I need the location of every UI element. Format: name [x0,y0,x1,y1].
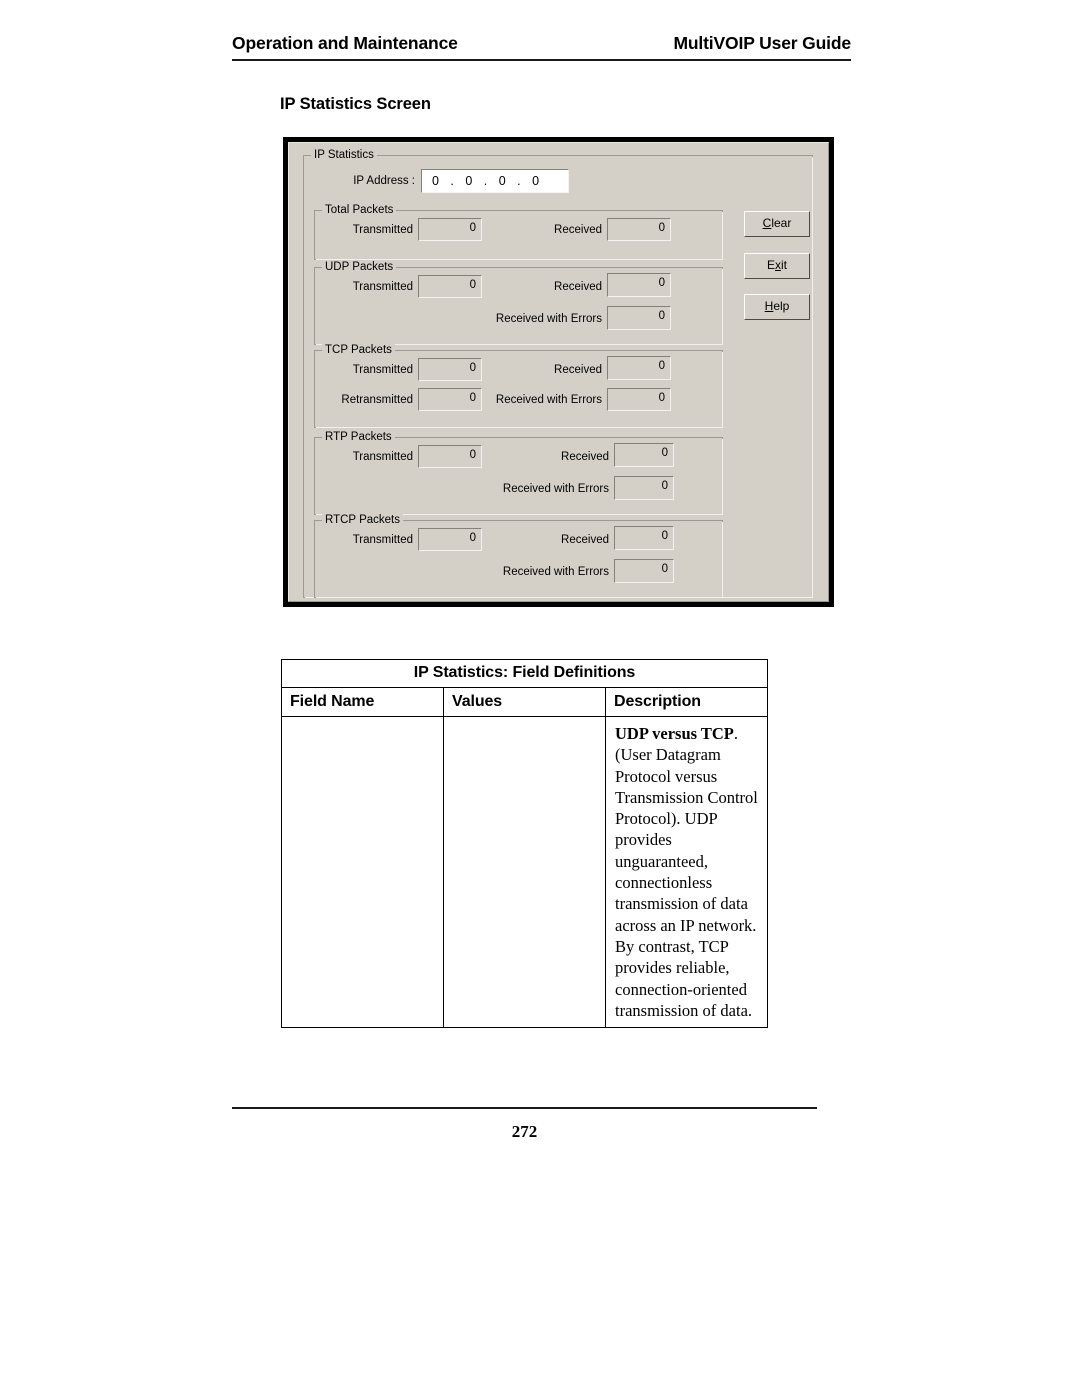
rtp-received-errors-label: Received with Errors [502,483,609,495]
table-row: UDP versus TCP. (User Datagram Protocol … [281,715,768,1029]
column-header-values: Values [443,687,606,717]
cell-values [443,715,606,1029]
udp-transmitted-value: 0 [418,275,482,298]
rtcp-received-errors-label: Received with Errors [502,566,609,578]
tcp-transmitted-value: 0 [418,358,482,381]
description-text: . (User Datagram Protocol versus Transmi… [615,724,758,1020]
rtp-transmitted-value: 0 [418,445,482,468]
exit-button-label-post: it [781,258,787,272]
table-caption: IP Statistics: Field Definitions [281,659,768,688]
rtp-received-errors-value: 0 [614,476,674,500]
column-header-field-name: Field Name [281,687,444,717]
group-rtp-packets-title: RTP Packets [322,430,395,444]
udp-received-errors-value: 0 [607,306,671,330]
cell-description: UDP versus TCP. (User Datagram Protocol … [605,715,768,1029]
header-right-title: MultiVOIP User Guide [673,33,851,53]
page-number: 272 [511,1122,538,1141]
description-term: UDP versus TCP [615,724,734,743]
clear-button[interactable]: Clear [744,211,810,237]
section-heading: IP Statistics Screen [280,95,431,113]
cell-field-name [281,715,444,1029]
group-rtcp-packets-title: RTCP Packets [322,513,403,527]
help-button-label: elp [773,299,790,313]
rtcp-received-value: 0 [614,526,674,550]
udp-received-label: Received [554,281,602,293]
footer-divider [232,1107,817,1109]
dialog-client-area: IP Statistics IP Address : 0 . 0 . 0 . 0… [288,142,829,602]
table-caption-row: IP Statistics: Field Definitions [281,659,768,688]
tcp-received-label: Received [554,364,602,376]
total-received-value: 0 [607,218,671,241]
udp-received-value: 0 [607,273,671,297]
column-header-description: Description [605,687,768,717]
clear-button-label: lear [771,216,792,230]
ip-address-input[interactable]: 0 . 0 . 0 . 0 [421,169,569,193]
ip-address-label: IP Address : [353,175,415,187]
group-udp-packets-title: UDP Packets [322,260,397,274]
rtcp-received-errors-value: 0 [614,559,674,583]
tcp-received-errors-label: Received with Errors [495,394,602,406]
tcp-received-value: 0 [607,356,671,380]
rtcp-transmitted-label: Transmitted [352,534,413,546]
total-transmitted-value: 0 [418,218,482,241]
header-divider [232,59,851,61]
help-button[interactable]: Help [744,294,810,320]
rtp-received-label: Received [561,451,609,463]
total-received-label: Received [554,224,602,236]
total-transmitted-label: Transmitted [352,224,413,236]
rtcp-transmitted-value: 0 [418,528,482,551]
exit-button-label-pre: E [766,258,775,272]
tcp-retransmitted-label: Retransmitted [341,394,413,406]
group-tcp-packets-title: TCP Packets [322,343,395,357]
rtp-received-value: 0 [614,443,674,467]
udp-transmitted-label: Transmitted [352,281,413,293]
table-header-row: Field Name Values Description [281,687,768,717]
group-ip-statistics-title: IP Statistics [311,148,377,162]
tcp-transmitted-label: Transmitted [352,364,413,376]
rtp-transmitted-label: Transmitted [352,451,413,463]
header-left-title: Operation and Maintenance [232,33,458,53]
tcp-received-errors-value: 0 [607,388,671,411]
group-total-packets-title: Total Packets [322,203,397,217]
exit-button[interactable]: Exit [744,253,810,279]
page-header: Operation and Maintenance MultiVOIP User… [232,33,851,63]
field-definitions-table: IP Statistics: Field Definitions Field N… [281,659,768,1029]
rtcp-received-label: Received [561,534,609,546]
udp-received-errors-label: Received with Errors [495,313,602,325]
ip-statistics-dialog-screenshot: IP Statistics IP Address : 0 . 0 . 0 . 0… [283,137,834,607]
